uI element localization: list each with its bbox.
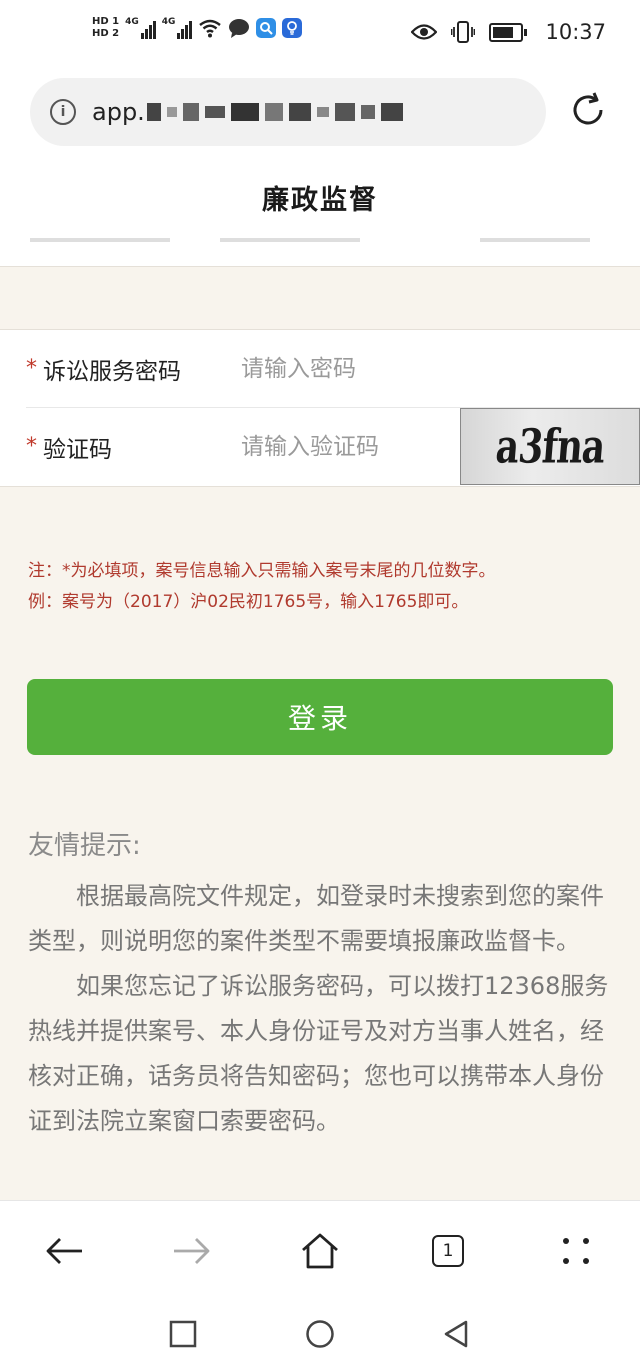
home-button[interactable]: [296, 1227, 344, 1275]
sim1-label: HD 1: [92, 16, 120, 27]
back-arrow-icon: [46, 1238, 82, 1264]
tips-title: 友情提示:: [28, 831, 141, 861]
status-time: 10:37: [545, 20, 606, 44]
browser-toolbar: 1: [0, 1200, 640, 1301]
vibrate-icon: [451, 21, 476, 43]
tabs-button[interactable]: 1: [424, 1227, 472, 1275]
page-title: 廉政监督: [262, 184, 378, 216]
required-mark: *: [26, 434, 37, 459]
sim-indicator: HD 1 HD 2: [92, 16, 119, 40]
password-input[interactable]: [239, 354, 453, 383]
bulb-app-icon: [282, 18, 303, 38]
tips-paragraph: 根据最高院文件规定，如登录时未搜索到您的案件类型，则说明您的案件类型不需要填报廉…: [28, 882, 604, 955]
circle-icon: [306, 1320, 334, 1348]
system-back-button[interactable]: [440, 1318, 472, 1350]
scrolled-form-row: [0, 238, 640, 267]
search-app-icon: [256, 18, 277, 38]
note-line: 例：案号为（2017）沪02民初1765号，输入1765即可。: [28, 592, 469, 612]
browser-address-bar: i app.: [0, 72, 640, 156]
form-note: 注：*为必填项，案号信息输入只需输入案号末尾的几位数字。 例：案号为（2017）…: [28, 556, 618, 618]
network-label-1: 4G: [125, 17, 139, 27]
forward-button[interactable]: [168, 1227, 216, 1275]
system-navigation-bar: [0, 1300, 640, 1369]
tabs-count: 1: [432, 1235, 464, 1267]
login-button[interactable]: 登录: [27, 679, 613, 755]
home-icon: [302, 1233, 338, 1269]
page-content: * 诉讼服务密码 * 验证码 a3fna 注：*为必填项，案号信息输入只需输入案…: [0, 238, 640, 1200]
status-bar: HD 1 HD 2 4G 4G 10:37: [0, 0, 640, 72]
captcha-input[interactable]: [239, 432, 453, 461]
tips-paragraph: 如果您忘记了诉讼服务密码，可以拨打12368服务热线并提供案号、本人身份证号及对…: [28, 972, 609, 1135]
status-left: HD 1 HD 2 4G 4G: [92, 16, 303, 40]
captcha-label: 验证码: [43, 436, 112, 463]
url-redacted: [146, 103, 403, 121]
page-header: 廉政监督: [0, 156, 640, 239]
captcha-row: * 验证码 a3fna: [26, 408, 640, 485]
login-form: * 诉讼服务密码 * 验证码 a3fna: [0, 329, 640, 487]
signal-icon: 4G: [162, 17, 193, 39]
status-right: 10:37: [411, 20, 606, 44]
reload-icon[interactable]: [568, 90, 608, 130]
required-mark: *: [26, 356, 37, 381]
square-icon: [169, 1320, 197, 1348]
info-icon[interactable]: i: [50, 99, 76, 125]
sim2-label: HD 2: [92, 28, 120, 39]
system-home-button[interactable]: [304, 1318, 336, 1350]
more-dots-icon: [563, 1238, 589, 1264]
message-icon: [229, 19, 250, 38]
network-label-2: 4G: [161, 17, 176, 27]
url-text: app.: [92, 98, 145, 126]
signal-icon: 4G: [125, 17, 156, 39]
password-row: * 诉讼服务密码: [26, 330, 640, 408]
tips-body: 根据最高院文件规定，如登录时未搜索到您的案件类型，则说明您的案件类型不需要填报廉…: [28, 874, 616, 1144]
recent-apps-button[interactable]: [167, 1318, 199, 1350]
captcha-text: a3fna: [493, 419, 607, 474]
battery-icon: [489, 22, 528, 42]
note-line: 注：*为必填项，案号信息输入只需输入案号末尾的几位数字。: [28, 561, 496, 581]
url-field[interactable]: i app.: [30, 78, 546, 146]
wifi-icon: [199, 19, 222, 38]
forward-arrow-icon: [174, 1238, 210, 1264]
captcha-image[interactable]: a3fna: [460, 408, 640, 485]
eye-icon: [411, 24, 438, 40]
triangle-back-icon: [444, 1320, 468, 1348]
menu-button[interactable]: [552, 1227, 600, 1275]
password-label: 诉讼服务密码: [43, 358, 181, 385]
back-button[interactable]: [40, 1227, 88, 1275]
